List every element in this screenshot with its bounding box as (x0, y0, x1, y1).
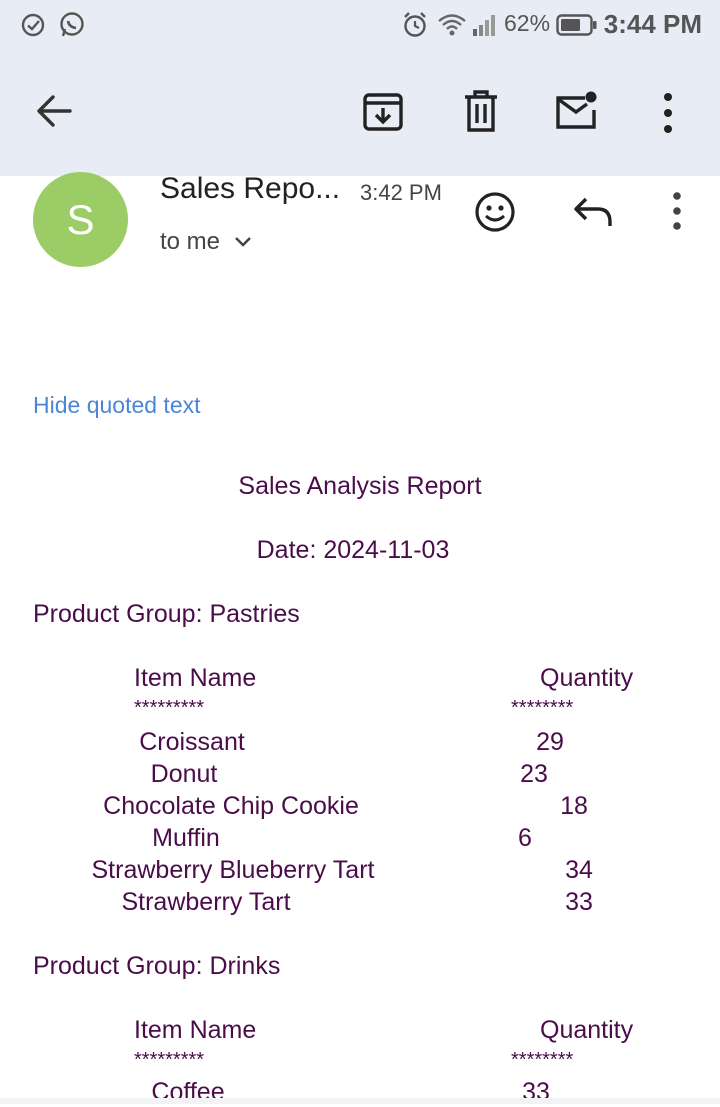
whatsapp-icon (60, 12, 84, 37)
recipient-label: to me (160, 228, 221, 255)
chevron-down-icon (235, 237, 251, 247)
column-header-quantity: Quantity (540, 664, 634, 692)
report-title: Sales Analysis Report (238, 472, 482, 500)
table-row-quantity: 29 (536, 728, 564, 756)
alarm-icon (404, 12, 426, 37)
sender-avatar[interactable]: S (33, 172, 128, 267)
table-row-quantity: 18 (560, 792, 588, 820)
app-bar (0, 50, 720, 176)
delete-icon[interactable] (463, 90, 499, 132)
back-arrow-icon[interactable] (34, 92, 74, 130)
table-row-item-name: Strawberry Blueberry Tart (91, 856, 375, 884)
hide-quoted-text-link[interactable]: Hide quoted text (33, 392, 201, 419)
bottom-divider (0, 1098, 720, 1104)
wifi-icon (438, 14, 466, 36)
table-row-item-name: Chocolate Chip Cookie (103, 792, 359, 820)
mark-unread-icon[interactable] (555, 90, 599, 130)
table-row-item-name: Donut (150, 760, 218, 788)
status-time: 3:44 PM (603, 9, 702, 39)
email-subject: Sales Repo... (160, 172, 341, 205)
table-row-quantity: 6 (518, 824, 532, 852)
archive-icon[interactable] (362, 92, 404, 132)
status-bar: 62% 3:44 PM (0, 0, 720, 50)
recipient-toggle[interactable]: to me (160, 228, 252, 256)
message-more-icon[interactable] (671, 191, 683, 231)
check-circle-icon (21, 13, 45, 37)
signal-icon (473, 15, 495, 36)
table-row-item-name: Strawberry Tart (121, 888, 291, 916)
column-header-quantity: Quantity (540, 1016, 634, 1044)
column-header-item: Item Name (134, 1016, 257, 1044)
received-time: 3:42 PM (360, 180, 442, 205)
table-row-quantity: 34 (565, 856, 593, 884)
report-date: Date: 2024-11-03 (256, 536, 450, 564)
table-row-quantity: 33 (565, 888, 593, 916)
table-row-item-name: Croissant (139, 728, 245, 756)
column-separator-item: ********* (134, 697, 205, 719)
column-separator-quantity: ******** (511, 697, 574, 719)
more-vert-icon[interactable] (662, 92, 674, 134)
table-row-item-name: Muffin (152, 824, 220, 852)
column-header-item: Item Name (134, 664, 257, 692)
reply-icon[interactable] (572, 196, 614, 228)
table-row-quantity: 23 (520, 760, 548, 788)
column-separator-quantity: ******** (511, 1049, 574, 1071)
emoji-reaction-icon[interactable] (474, 191, 516, 233)
group-heading: Product Group: Drinks (33, 952, 281, 980)
column-separator-item: ********* (134, 1049, 205, 1071)
battery-icon (556, 14, 597, 36)
group-heading: Product Group: Pastries (33, 600, 300, 628)
battery-percentage: 62% (504, 10, 551, 36)
